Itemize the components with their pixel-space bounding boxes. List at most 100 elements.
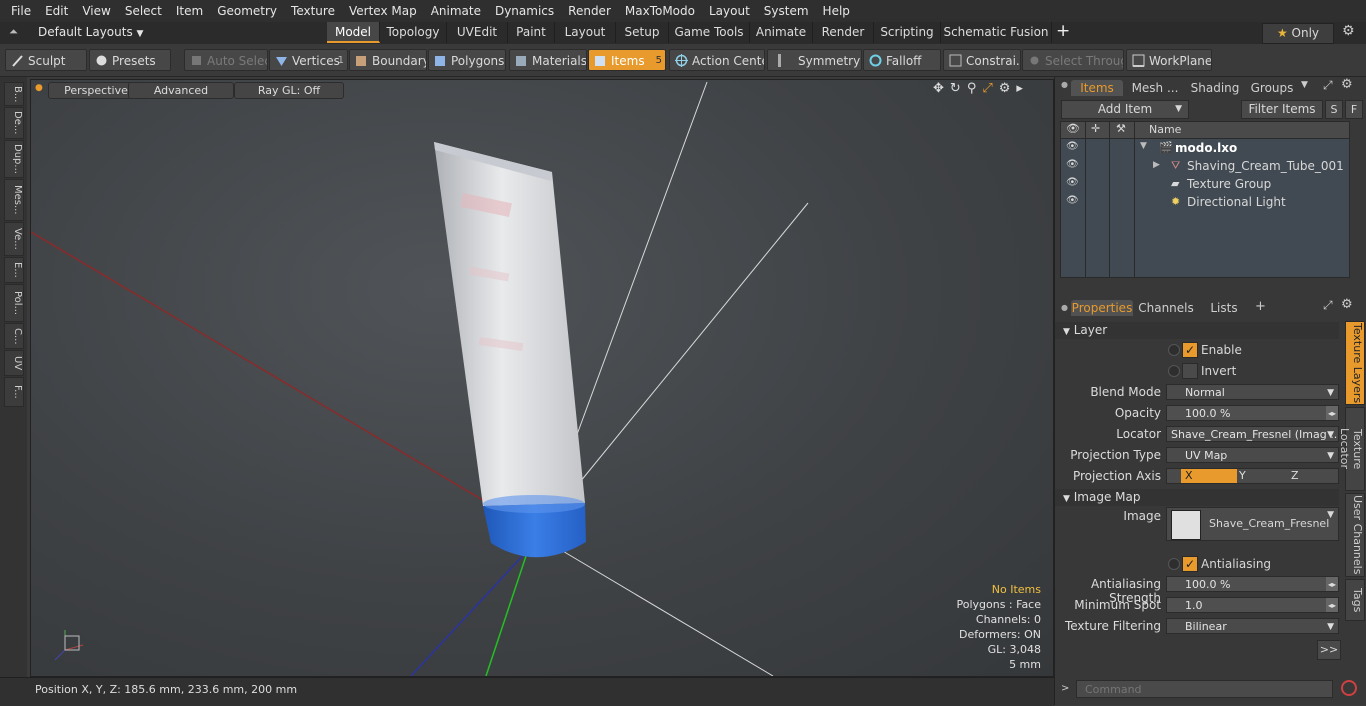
menu-help[interactable]: Help [816, 0, 857, 22]
menu-system[interactable]: System [757, 0, 816, 22]
vtab-mesh[interactable]: Mes... [4, 179, 24, 221]
add-tab-icon[interactable]: + [1255, 299, 1266, 314]
vtab-edge[interactable]: E... [4, 257, 24, 283]
tab-channels[interactable]: Channels [1137, 300, 1195, 316]
menu-texture[interactable]: Texture [284, 0, 342, 22]
workplane-button[interactable]: WorkPlane [1126, 49, 1212, 71]
projection-type-dropdown[interactable]: UV Map ▼ [1166, 447, 1339, 463]
menu-render[interactable]: Render [561, 0, 618, 22]
tab-topology[interactable]: Topology [380, 22, 447, 43]
tabs-dropdown-icon[interactable]: ▼ [1301, 80, 1308, 90]
tab-render[interactable]: Render [813, 22, 874, 43]
axis-z-button[interactable]: Z [1287, 469, 1341, 483]
slider-handle-icon[interactable]: ◂▸ [1326, 577, 1338, 591]
antialiasing-checkbox[interactable]: ✓ [1182, 556, 1198, 572]
select-through-button[interactable]: Select Through [1022, 49, 1124, 71]
vtab-polygon[interactable]: Pol... [4, 284, 24, 322]
image-selector[interactable]: Shave_Cream_Fresnel ▼ [1166, 507, 1339, 541]
items-button[interactable]: Items 5 [588, 49, 666, 71]
menu-edit[interactable]: Edit [38, 0, 75, 22]
only-toggle[interactable]: ★ Only [1262, 23, 1334, 44]
action-center-button[interactable]: Action Center [669, 49, 765, 71]
constraints-button[interactable]: Constrai... [943, 49, 1021, 71]
side-tab-texture-locator[interactable]: Texture Locator [1338, 407, 1365, 491]
vtab-duplicate[interactable]: Dup... [4, 140, 24, 178]
tab-schematic-fusion[interactable]: Schematic Fusion [941, 22, 1052, 43]
presets-button[interactable]: Presets [89, 49, 171, 71]
aa-strength-field[interactable]: 100.0 % ◂▸ [1166, 576, 1339, 592]
tab-uvedit[interactable]: UVEdit [447, 22, 508, 43]
filter-items-input[interactable]: Filter Items [1241, 100, 1323, 119]
menu-file[interactable]: File [0, 0, 38, 22]
sculpt-button[interactable]: Sculpt [5, 49, 87, 71]
tree-row[interactable]: 👁 ✹ Directional Light [1061, 194, 1349, 211]
tab-paint[interactable]: Paint [508, 22, 555, 43]
tab-scripting[interactable]: Scripting [874, 22, 941, 43]
vtab-basic[interactable]: B... [4, 82, 24, 106]
auto-select-button[interactable]: Auto Select [184, 49, 268, 71]
command-expand-icon[interactable]: > [1061, 683, 1069, 694]
opacity-field[interactable]: 100.0 % ◂▸ [1166, 405, 1339, 421]
more-button[interactable]: >> [1317, 640, 1341, 660]
eye-icon[interactable]: 👁 [1066, 141, 1079, 152]
tree-row[interactable]: 👁 ▼ 🎬 modo.lxo [1061, 140, 1349, 157]
menu-layout[interactable]: Layout [702, 0, 757, 22]
tree-row[interactable]: 👁 ▶ ⛛ Shaving_Cream_Tube_001 [1061, 158, 1349, 175]
add-tab-button[interactable]: + [1056, 21, 1070, 41]
menu-animate[interactable]: Animate [424, 0, 488, 22]
tab-setup[interactable]: Setup [616, 22, 669, 43]
expand-panel-icon[interactable]: ⤢ [1323, 298, 1333, 313]
command-input[interactable] [1076, 680, 1333, 698]
tab-model[interactable]: Model [327, 22, 380, 43]
image-map-section-header[interactable]: ▼ Image Map [1055, 489, 1339, 506]
expand-panel-icon[interactable]: ⤢ [1323, 78, 1333, 93]
side-tab-user-channels[interactable]: User Channels [1345, 493, 1365, 577]
tab-mesh[interactable]: Mesh ... [1127, 80, 1183, 96]
default-layouts-dropdown[interactable]: Default Layouts ▼ [38, 22, 143, 45]
gear-icon[interactable]: ⚙ [1342, 23, 1355, 39]
tree-row[interactable]: 👁 ▰ Texture Group [1061, 176, 1349, 193]
vtab-curve[interactable]: C... [4, 323, 24, 349]
menu-maxtomodo[interactable]: MaxToModo [618, 0, 702, 22]
polygons-button[interactable]: Polygons [428, 49, 506, 71]
menu-dynamics[interactable]: Dynamics [488, 0, 561, 22]
expand-arrow-icon[interactable]: ▼ [1140, 141, 1147, 151]
tab-properties[interactable]: Properties [1071, 300, 1133, 316]
menu-select[interactable]: Select [118, 0, 169, 22]
enable-checkbox[interactable]: ✓ [1182, 342, 1198, 358]
vtab-fusion[interactable]: F... [4, 377, 24, 407]
menu-view[interactable]: View [75, 0, 117, 22]
slider-handle-icon[interactable]: ◂▸ [1326, 598, 1338, 612]
locator-dropdown[interactable]: Shave_Cream_Fresnel (Imag ... ▼ [1166, 426, 1339, 442]
blend-mode-dropdown[interactable]: Normal ▼ [1166, 384, 1339, 400]
tab-layout[interactable]: Layout [555, 22, 616, 43]
falloff-button[interactable]: Falloff [863, 49, 941, 71]
3d-viewport[interactable]: ● Perspective Advanced Ray GL: Off ✥↻⚲⤢⚙… [30, 79, 1054, 677]
materials-button[interactable]: Materials [509, 49, 587, 71]
side-tab-texture-layers[interactable]: Texture Layers [1345, 321, 1365, 405]
side-tab-tags[interactable]: Tags [1345, 579, 1365, 621]
panel-gear-icon[interactable]: ⚙ [1341, 77, 1353, 92]
symmetry-button[interactable]: Symmetry [767, 49, 862, 71]
tab-shading[interactable]: Shading [1185, 80, 1245, 96]
s-button[interactable]: S [1325, 100, 1343, 119]
invert-checkbox[interactable] [1182, 363, 1198, 379]
vtab-vertex[interactable]: Ve... [4, 222, 24, 256]
menu-geometry[interactable]: Geometry [210, 0, 284, 22]
axis-y-button[interactable]: Y [1235, 469, 1289, 483]
eye-icon[interactable]: 👁 [1066, 195, 1079, 206]
panel-gear-icon[interactable]: ⚙ [1341, 297, 1353, 312]
tab-items[interactable]: Items [1071, 80, 1123, 96]
vtab-deform[interactable]: De... [4, 107, 24, 139]
menu-vertex-map[interactable]: Vertex Map [342, 0, 424, 22]
axis-x-button[interactable]: X [1181, 469, 1237, 483]
layer-section-header[interactable]: ▼ Layer [1055, 322, 1339, 339]
texture-filtering-dropdown[interactable]: Bilinear ▼ [1166, 618, 1339, 634]
expand-arrow-icon[interactable]: ▶ [1153, 160, 1160, 170]
menu-item[interactable]: Item [169, 0, 210, 22]
f-button[interactable]: F [1345, 100, 1363, 119]
boundary-button[interactable]: Boundary [349, 49, 427, 71]
tab-game-tools[interactable]: Game Tools [669, 22, 750, 43]
layout-expand-icon[interactable]: ⏶ [9, 25, 18, 39]
tab-animate[interactable]: Animate [750, 22, 813, 43]
